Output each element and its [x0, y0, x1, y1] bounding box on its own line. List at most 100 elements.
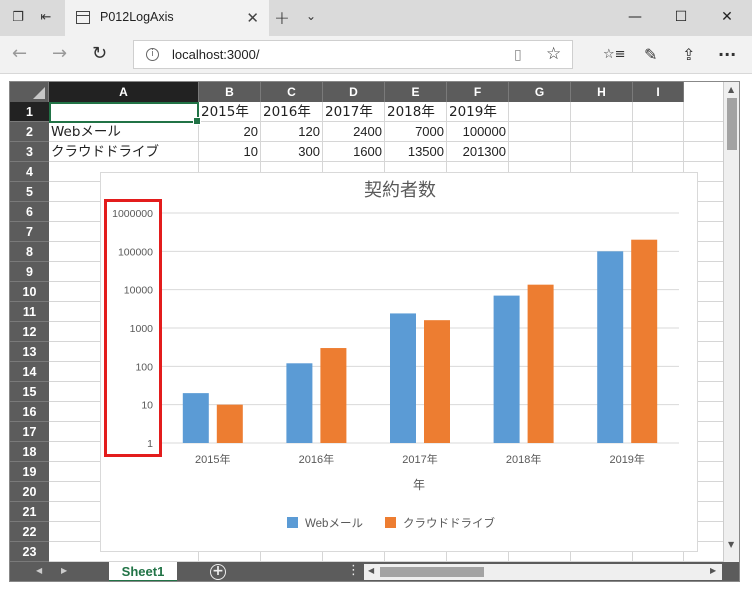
- row-header-17[interactable]: 17: [10, 422, 49, 442]
- favorites-list-icon[interactable]: ☆≡: [603, 45, 626, 65]
- cell-f2[interactable]: 100000: [447, 122, 509, 142]
- bar-webmail-2: [390, 313, 416, 443]
- prev-sheet-arrow-icon[interactable]: ◀: [36, 566, 42, 575]
- browser-tab[interactable]: P012LogAxis ✕: [65, 0, 269, 36]
- legend-swatch: [287, 517, 298, 528]
- vertical-scroll-thumb[interactable]: [727, 98, 737, 150]
- cell-c1[interactable]: 2016年: [261, 102, 323, 122]
- row-header-2[interactable]: 2: [10, 122, 49, 142]
- scroll-right-arrow-icon[interactable]: ▶: [710, 566, 716, 575]
- sheet-tab-bar: ◀ ▶ Sheet1 + ⋮ ◀ ▶: [10, 562, 739, 581]
- bar-webmail-0: [182, 393, 209, 443]
- pen-icon[interactable]: ✎: [644, 45, 657, 65]
- vertical-scrollbar[interactable]: ▲ ▼: [723, 82, 739, 562]
- window-close-button[interactable]: ✕: [704, 0, 750, 36]
- column-header-d[interactable]: D: [323, 82, 385, 102]
- cell-b1[interactable]: 2015年: [199, 102, 261, 122]
- row-header-19[interactable]: 19: [10, 462, 49, 482]
- row-header-15[interactable]: 15: [10, 382, 49, 402]
- more-icon[interactable]: ···: [718, 45, 736, 65]
- select-all-corner[interactable]: [10, 82, 49, 102]
- row-header-18[interactable]: 18: [10, 442, 49, 462]
- cell-a2[interactable]: Webメール: [49, 122, 199, 142]
- cell-d3[interactable]: 1600: [323, 142, 385, 162]
- tab-title: P012LogAxis: [100, 10, 174, 24]
- row-header-22[interactable]: 22: [10, 522, 49, 542]
- x-axis-title: 年: [413, 478, 425, 492]
- tab-close-icon[interactable]: ✕: [246, 9, 259, 27]
- cell-d2[interactable]: 2400: [323, 122, 385, 142]
- row-header-1[interactable]: 1: [10, 102, 49, 122]
- row-header-10[interactable]: 10: [10, 282, 49, 302]
- row-header-4[interactable]: 4: [10, 162, 49, 182]
- legend-label: クラウドドライブ: [403, 516, 495, 530]
- row-header-23[interactable]: 23: [10, 542, 49, 562]
- scroll-left-arrow-icon[interactable]: ◀: [368, 566, 374, 575]
- row-header-3[interactable]: 3: [10, 142, 49, 162]
- column-header-a[interactable]: A: [49, 82, 199, 102]
- column-header-b[interactable]: B: [199, 82, 261, 102]
- tab-list-chevron-icon[interactable]: ⌄: [306, 9, 316, 23]
- legend-swatch: [385, 517, 396, 528]
- scroll-down-arrow-icon[interactable]: ▼: [728, 540, 734, 549]
- minimize-button[interactable]: —: [612, 0, 658, 36]
- sheet-tab-sheet1[interactable]: Sheet1: [109, 562, 177, 581]
- cell-d1[interactable]: 2017年: [323, 102, 385, 122]
- cell-f1[interactable]: 2019年: [447, 102, 509, 122]
- url-text[interactable]: localhost:3000/: [172, 47, 259, 62]
- horizontal-scrollbar[interactable]: ◀ ▶: [364, 564, 722, 580]
- add-sheet-icon[interactable]: +: [210, 564, 226, 580]
- column-header-i[interactable]: I: [633, 82, 684, 102]
- row-header-13[interactable]: 13: [10, 342, 49, 362]
- row-header-21[interactable]: 21: [10, 502, 49, 522]
- cell-c3[interactable]: 300: [261, 142, 323, 162]
- row-header-20[interactable]: 20: [10, 482, 49, 502]
- maximize-button[interactable]: ☐: [658, 0, 704, 36]
- reading-view-icon[interactable]: ▯: [514, 47, 522, 63]
- info-icon[interactable]: i: [146, 48, 159, 61]
- page-icon: [76, 11, 90, 24]
- cell-e3[interactable]: 13500: [385, 142, 447, 162]
- back-button[interactable]: ←: [12, 44, 27, 64]
- scroll-up-arrow-icon[interactable]: ▲: [728, 85, 734, 94]
- row-header-11[interactable]: 11: [10, 302, 49, 322]
- address-bar[interactable]: i localhost:3000/ ▯ ☆: [133, 40, 573, 69]
- options-dots-icon[interactable]: ⋮: [347, 564, 360, 578]
- spreadsheet[interactable]: ABCDEFGHI 1 2 3 4 5 6 7 8 9 10 11 12 13 14 15 16 17 18 19 2…: [9, 81, 740, 582]
- row-header-7[interactable]: 7: [10, 222, 49, 242]
- tab-actions-icon[interactable]: ❐: [9, 9, 27, 27]
- row-header-8[interactable]: 8: [10, 242, 49, 262]
- forward-button[interactable]: →: [52, 44, 67, 64]
- chart-title: 契約者数: [364, 180, 436, 200]
- favorite-star-icon[interactable]: ☆: [546, 44, 561, 64]
- row-header-12[interactable]: 12: [10, 322, 49, 342]
- column-header-h[interactable]: H: [571, 82, 633, 102]
- cell-c2[interactable]: 120: [261, 122, 323, 142]
- next-sheet-arrow-icon[interactable]: ▶: [61, 566, 67, 575]
- row-header-14[interactable]: 14: [10, 362, 49, 382]
- cell-b2[interactable]: 20: [199, 122, 261, 142]
- cell-f3[interactable]: 201300: [447, 142, 509, 162]
- cell-e1[interactable]: 2018年: [385, 102, 447, 122]
- horizontal-scroll-thumb[interactable]: [380, 567, 484, 577]
- set-aside-tabs-icon[interactable]: ⇤: [37, 9, 55, 27]
- row-header-16[interactable]: 16: [10, 402, 49, 422]
- chart-svg: 契約者数11010010001000010000010000002015年 201…: [112, 180, 679, 530]
- column-header-c[interactable]: C: [261, 82, 323, 102]
- bar-chart[interactable]: 契約者数 1 10 100 1000 10000 100000 1000000 2015年 201…: [100, 172, 698, 552]
- column-header-e[interactable]: E: [385, 82, 447, 102]
- row-header-9[interactable]: 9: [10, 262, 49, 282]
- cell-a3[interactable]: クラウドドライブ: [49, 142, 199, 162]
- refresh-button[interactable]: ↻: [92, 44, 107, 64]
- browser-nav-bar: ← → ↻ i localhost:3000/ ▯ ☆ ☆≡ ✎ ⇪ ···: [0, 36, 752, 74]
- cell-e2[interactable]: 7000: [385, 122, 447, 142]
- column-header-f[interactable]: F: [447, 82, 509, 102]
- x-tick-label: 2018年: [506, 452, 541, 466]
- new-tab-button[interactable]: +: [274, 7, 290, 29]
- cell-b3[interactable]: 10: [199, 142, 261, 162]
- row-header-5[interactable]: 5: [10, 182, 49, 202]
- share-icon[interactable]: ⇪: [682, 45, 695, 65]
- column-header-g[interactable]: G: [509, 82, 571, 102]
- row-header-6[interactable]: 6: [10, 202, 49, 222]
- bar-cloud-drive-1: [320, 348, 347, 443]
